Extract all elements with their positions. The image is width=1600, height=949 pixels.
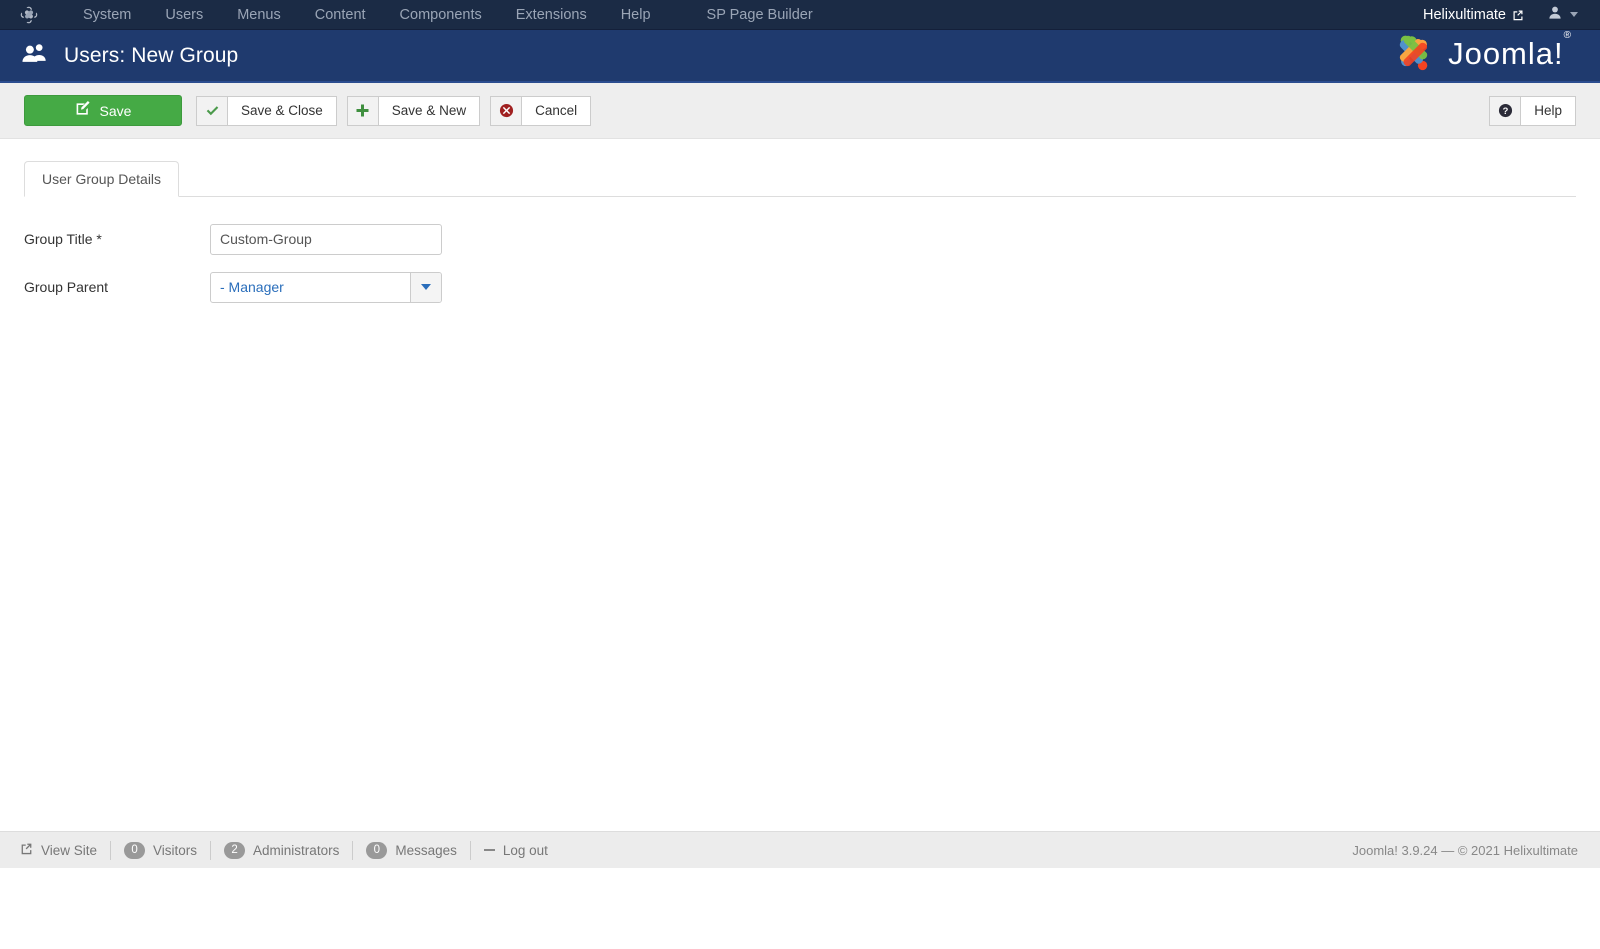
menu-item-help[interactable]: Help — [604, 0, 668, 30]
save-and-close-button[interactable]: Save & Close — [196, 95, 337, 126]
logout-button[interactable]: Log out — [471, 843, 561, 858]
joomla-wordmark-text: Joomla! — [1448, 35, 1564, 71]
help-button[interactable]: ? Help — [1489, 95, 1576, 126]
visitors-status[interactable]: 0 Visitors — [111, 841, 210, 859]
administrators-count-badge: 2 — [224, 841, 246, 859]
chevron-down-icon — [1570, 12, 1578, 17]
editor-toolbar: Save Save & Close Save & New Cancel ? He… — [0, 83, 1600, 139]
form-row-group-title: Group Title * — [24, 223, 1576, 255]
joomla-logo-icon[interactable] — [18, 4, 40, 26]
messages-label: Messages — [395, 842, 457, 858]
user-menu-button[interactable] — [1534, 5, 1578, 25]
menu-item-content[interactable]: Content — [298, 0, 383, 30]
site-name-label: Helixultimate — [1423, 6, 1506, 23]
group-parent-select[interactable]: - Manager — [210, 271, 442, 303]
tab-bar: User Group Details — [24, 161, 1576, 197]
administrators-status[interactable]: 2 Administrators — [211, 841, 352, 859]
tab-user-group-details[interactable]: User Group Details — [24, 161, 180, 197]
messages-status[interactable]: 0 Messages — [353, 841, 470, 859]
cancel-label: Cancel — [535, 103, 578, 118]
menu-item-menus[interactable]: Menus — [220, 0, 298, 30]
group-parent-label: Group Parent — [24, 279, 109, 295]
help-label: Help — [1534, 103, 1562, 118]
page-header: Users: New Group Joomla!® — [0, 30, 1600, 83]
external-link-icon — [1512, 9, 1524, 21]
status-bar: View Site 0 Visitors 2 Administrators 0 … — [0, 831, 1600, 868]
page-title: Users: New Group — [64, 43, 239, 67]
toolbar-right-group: ? Help — [1489, 95, 1576, 126]
group-parent-selected-value: - Manager — [220, 279, 284, 295]
site-name-link[interactable]: Helixultimate — [1423, 7, 1524, 23]
messages-count-badge: 0 — [366, 841, 388, 859]
status-items: View Site 0 Visitors 2 Administrators 0 … — [14, 840, 561, 860]
svg-text:?: ? — [1502, 106, 1508, 116]
menu-item-sp-page-builder[interactable]: SP Page Builder — [690, 0, 830, 30]
menu-item-system[interactable]: System — [66, 0, 148, 30]
chevron-down-icon — [421, 284, 431, 290]
users-group-icon — [22, 42, 48, 69]
plus-icon — [347, 96, 379, 125]
menu-item-components[interactable]: Components — [383, 0, 499, 30]
main-content: User Group Details Group Title * Group P… — [0, 139, 1600, 892]
joomla-wordmark: Joomla!® — [1448, 30, 1572, 72]
admin-menu: System Users Menus Content Components Ex… — [66, 0, 830, 30]
user-icon — [1548, 5, 1562, 25]
admin-topbar: System Users Menus Content Components Ex… — [0, 0, 1600, 30]
form-row-group-parent: Group Parent - Manager — [24, 271, 1576, 303]
save-and-close-label: Save & Close — [241, 103, 323, 118]
joomla-logo-icon — [1392, 32, 1436, 79]
menu-item-extensions[interactable]: Extensions — [499, 0, 604, 30]
user-group-form: Group Title * Group Parent - Manager — [24, 197, 1576, 303]
group-parent-dropdown-toggle[interactable] — [410, 272, 441, 302]
cancel-button[interactable]: Cancel — [490, 95, 592, 126]
check-icon — [197, 96, 228, 125]
registered-mark: ® — [1563, 30, 1572, 42]
page-title-group: Users: New Group — [22, 42, 238, 69]
topbar-right-group: Helixultimate — [1423, 5, 1586, 25]
view-site-link[interactable]: View Site — [14, 842, 110, 858]
logout-label: Log out — [502, 842, 548, 858]
save-button[interactable]: Save — [24, 95, 182, 126]
external-link-icon — [20, 842, 33, 858]
visitors-count-badge: 0 — [124, 841, 146, 859]
cancel-circle-icon — [491, 96, 523, 125]
save-and-new-label: Save & New — [391, 103, 467, 118]
save-and-new-button[interactable]: Save & New — [346, 95, 481, 126]
question-circle-icon: ? — [1490, 96, 1522, 125]
group-title-input[interactable] — [210, 223, 442, 255]
save-button-label: Save — [99, 102, 132, 119]
bottom-strip — [0, 868, 1600, 892]
minus-icon — [483, 849, 495, 851]
joomla-brand: Joomla!® — [1392, 30, 1582, 79]
save-pencil-icon — [75, 101, 91, 120]
visitors-label: Visitors — [153, 842, 198, 858]
group-title-label: Group Title * — [24, 231, 102, 247]
view-site-label: View Site — [41, 842, 98, 858]
administrators-label: Administrators — [253, 842, 340, 858]
copyright-text: Joomla! 3.9.24 — © 2021 Helixultimate — [1352, 842, 1578, 858]
menu-item-users[interactable]: Users — [148, 0, 220, 30]
